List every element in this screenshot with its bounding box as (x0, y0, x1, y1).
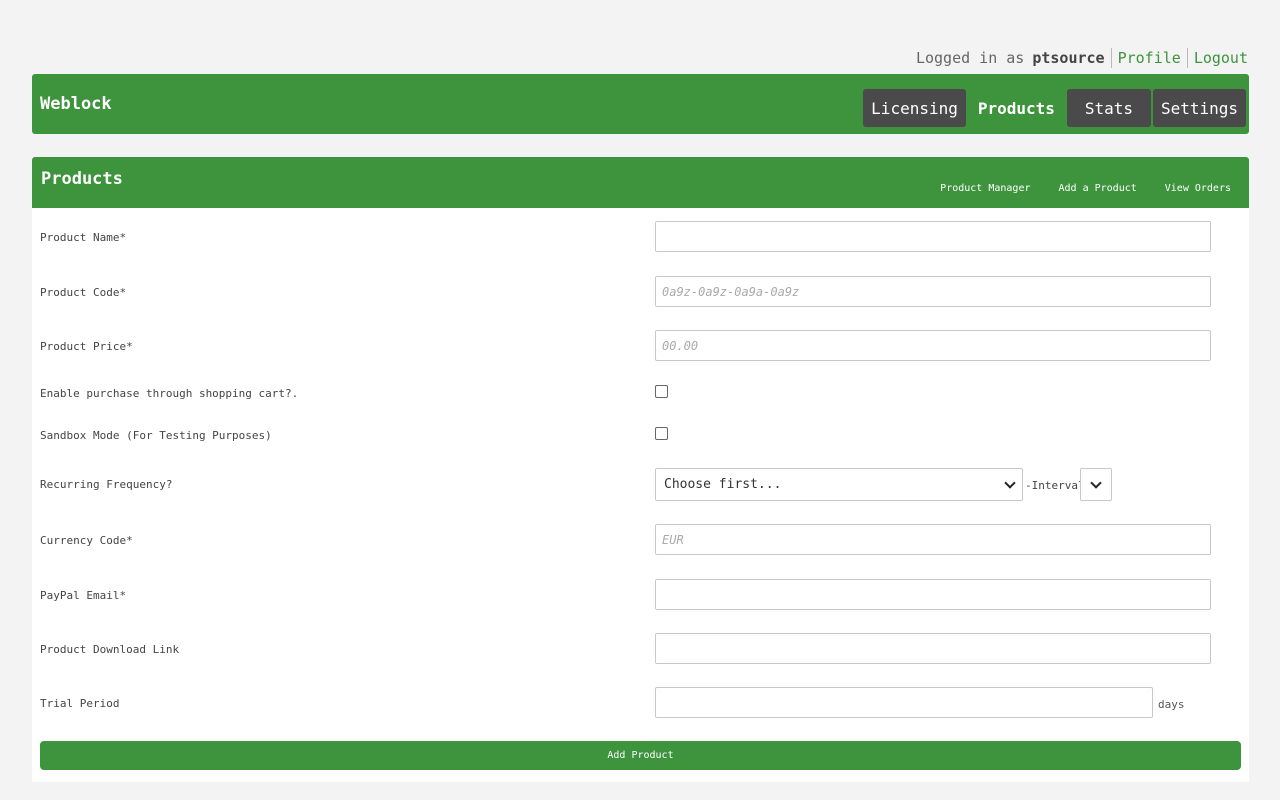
view-orders-link[interactable]: View Orders (1165, 183, 1231, 194)
paypal-email-input[interactable] (655, 579, 1211, 610)
product-name-label: Product Name* (40, 231, 127, 244)
brand-logo[interactable]: Weblock (40, 94, 112, 114)
trial-period-unit: days (1158, 698, 1185, 711)
username: ptsource (1032, 49, 1105, 67)
nav-settings[interactable]: Settings (1152, 89, 1246, 127)
currency-code-label: Currency Code* (40, 534, 133, 547)
divider (1110, 48, 1112, 68)
shopping-cart-checkbox[interactable] (655, 385, 668, 398)
interval-select[interactable] (1080, 468, 1112, 501)
chevron-down-icon (1004, 476, 1016, 489)
main-nav: Licensing Products Stats Settings (863, 89, 1246, 127)
sandbox-mode-label: Sandbox Mode (For Testing Purposes) (40, 429, 272, 442)
logout-link[interactable]: Logout (1194, 49, 1248, 67)
product-price-input[interactable] (655, 330, 1211, 361)
chevron-down-icon (1090, 476, 1102, 489)
add-product-link[interactable]: Add a Product (1058, 183, 1136, 194)
product-manager-link[interactable]: Product Manager (940, 183, 1030, 194)
add-product-button[interactable]: Add Product (40, 741, 1241, 770)
currency-code-input[interactable] (655, 524, 1211, 555)
recurring-selected-value: Choose first... (664, 477, 782, 492)
download-link-label: Product Download Link (40, 643, 180, 656)
recurring-label: Recurring Frequency? (40, 478, 173, 491)
profile-link[interactable]: Profile (1118, 49, 1181, 67)
product-price-label: Product Price* (40, 340, 133, 353)
nav-licensing[interactable]: Licensing (863, 89, 966, 127)
nav-products[interactable]: Products (970, 89, 1063, 127)
product-code-input[interactable] (655, 276, 1211, 307)
panel-title: Products (41, 169, 123, 189)
download-link-input[interactable] (655, 633, 1211, 664)
trial-period-label: Trial Period (40, 697, 120, 710)
nav-stats[interactable]: Stats (1066, 89, 1151, 127)
sandbox-mode-checkbox[interactable] (655, 427, 668, 440)
user-bar: Logged in as ptsource Profile Logout (916, 48, 1248, 68)
panel-header: Products Product Manager Add a Product V… (32, 157, 1249, 208)
paypal-email-label: PayPal Email* (40, 589, 127, 602)
recurring-frequency-select[interactable]: Choose first... (655, 468, 1023, 501)
divider (1186, 48, 1188, 68)
top-navbar: Weblock Licensing Products Stats Setting… (32, 74, 1249, 134)
logged-in-label: Logged in as (915, 49, 1025, 67)
panel-links: Product Manager Add a Product View Order… (940, 183, 1231, 194)
shopping-cart-label: Enable purchase through shopping cart?. (40, 387, 299, 400)
trial-period-input[interactable] (655, 687, 1153, 718)
products-panel: Products Product Manager Add a Product V… (32, 157, 1249, 782)
product-name-input[interactable] (655, 221, 1211, 252)
product-code-label: Product Code* (40, 286, 127, 299)
